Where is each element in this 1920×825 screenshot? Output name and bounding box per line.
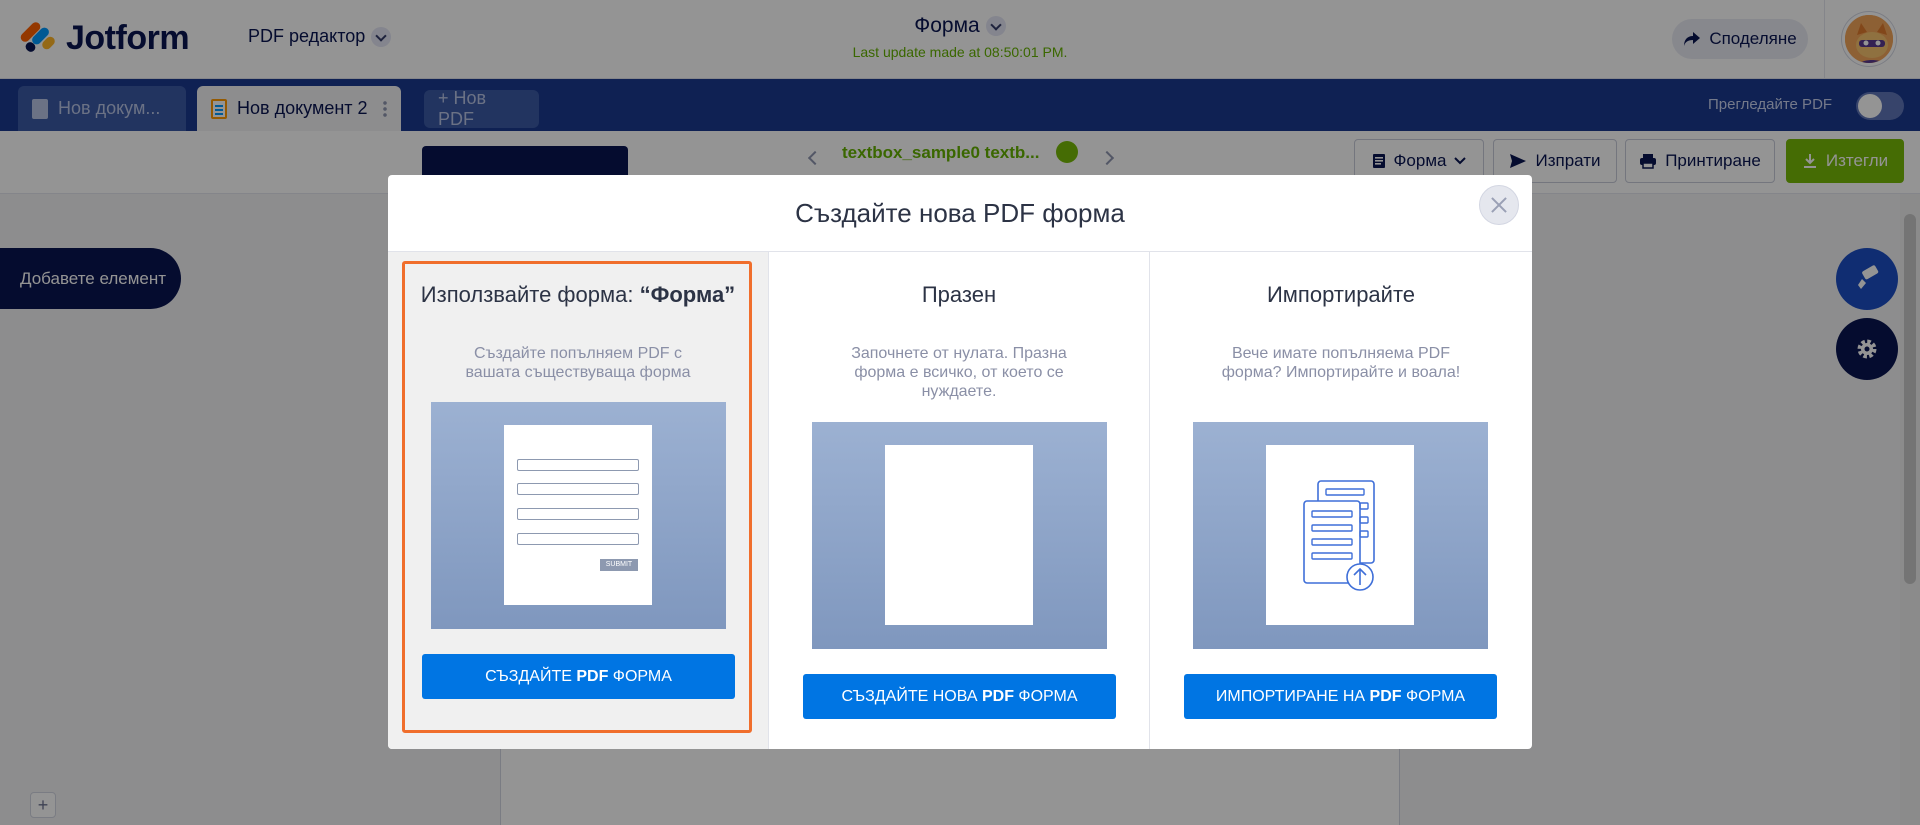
submit-mini-label: SUBMIT (600, 559, 638, 571)
option-description: Започнете от нулата. Празна форма е всич… (851, 345, 1067, 400)
create-new-pdf-form-button[interactable]: СЪЗДАЙТЕ НОВА PDF ФОРМА (803, 674, 1116, 719)
blank-preview-thumbnail (812, 422, 1107, 649)
option-description: Създайте попълняем PDF с вашата съществу… (465, 345, 691, 381)
option-import[interactable]: Импортирайте Вече имате попълняема PDF ф… (1150, 252, 1532, 749)
button-text-suffix: ФОРМА (608, 667, 672, 685)
button-text-strong: PDF (1369, 687, 1402, 705)
button-text-prefix: ИМПОРТИРАНЕ НА (1215, 687, 1370, 705)
field-line (517, 459, 639, 471)
button-text-suffix: ФОРМА (1013, 687, 1078, 705)
create-pdf-form-modal: Създайте нова PDF форма Използвайте форм… (388, 175, 1532, 749)
import-preview-thumbnail (1193, 422, 1488, 649)
field-line (517, 483, 639, 495)
import-sheet-illustration (1266, 445, 1414, 625)
option-title: Използвайте форма: “Форма” (388, 282, 768, 308)
close-icon[interactable] (1479, 185, 1519, 225)
option-use-form[interactable]: Използвайте форма: “Форма” Създайте попъ… (388, 252, 769, 749)
option-title-form-name: “Форма” (639, 282, 736, 307)
button-text-strong: PDF (576, 667, 609, 685)
button-text-strong: PDF (981, 687, 1014, 705)
option-blank[interactable]: Празен Започнете от нулата. Празна форма… (769, 252, 1150, 749)
field-line (517, 508, 639, 520)
field-line (517, 533, 639, 545)
document-upload-icon (1303, 480, 1375, 591)
button-text-prefix: СЪЗДАЙТЕ НОВА (841, 687, 982, 705)
option-title: Импортирайте (1266, 282, 1416, 307)
form-preview-thumbnail: SUBMIT (431, 402, 726, 629)
option-description: Вече имате попълняема PDF форма? Импорти… (1221, 345, 1461, 381)
option-title-prefix: Използвайте форма: (420, 282, 640, 307)
option-title: Празен (921, 282, 997, 307)
create-pdf-form-button[interactable]: СЪЗДАЙТЕ PDF ФОРМА (422, 654, 735, 699)
import-pdf-form-button[interactable]: ИМПОРТИРАНЕ НА PDF ФОРМА (1184, 674, 1497, 719)
button-text-prefix: СЪЗДАЙТЕ (485, 667, 577, 685)
modal-options: Използвайте форма: “Форма” Създайте попъ… (388, 252, 1532, 749)
modal-title: Създайте нова PDF форма (388, 175, 1532, 252)
button-text-suffix: ФОРМА (1401, 687, 1466, 705)
form-sheet-illustration: SUBMIT (504, 425, 652, 605)
blank-sheet-illustration (885, 445, 1033, 625)
